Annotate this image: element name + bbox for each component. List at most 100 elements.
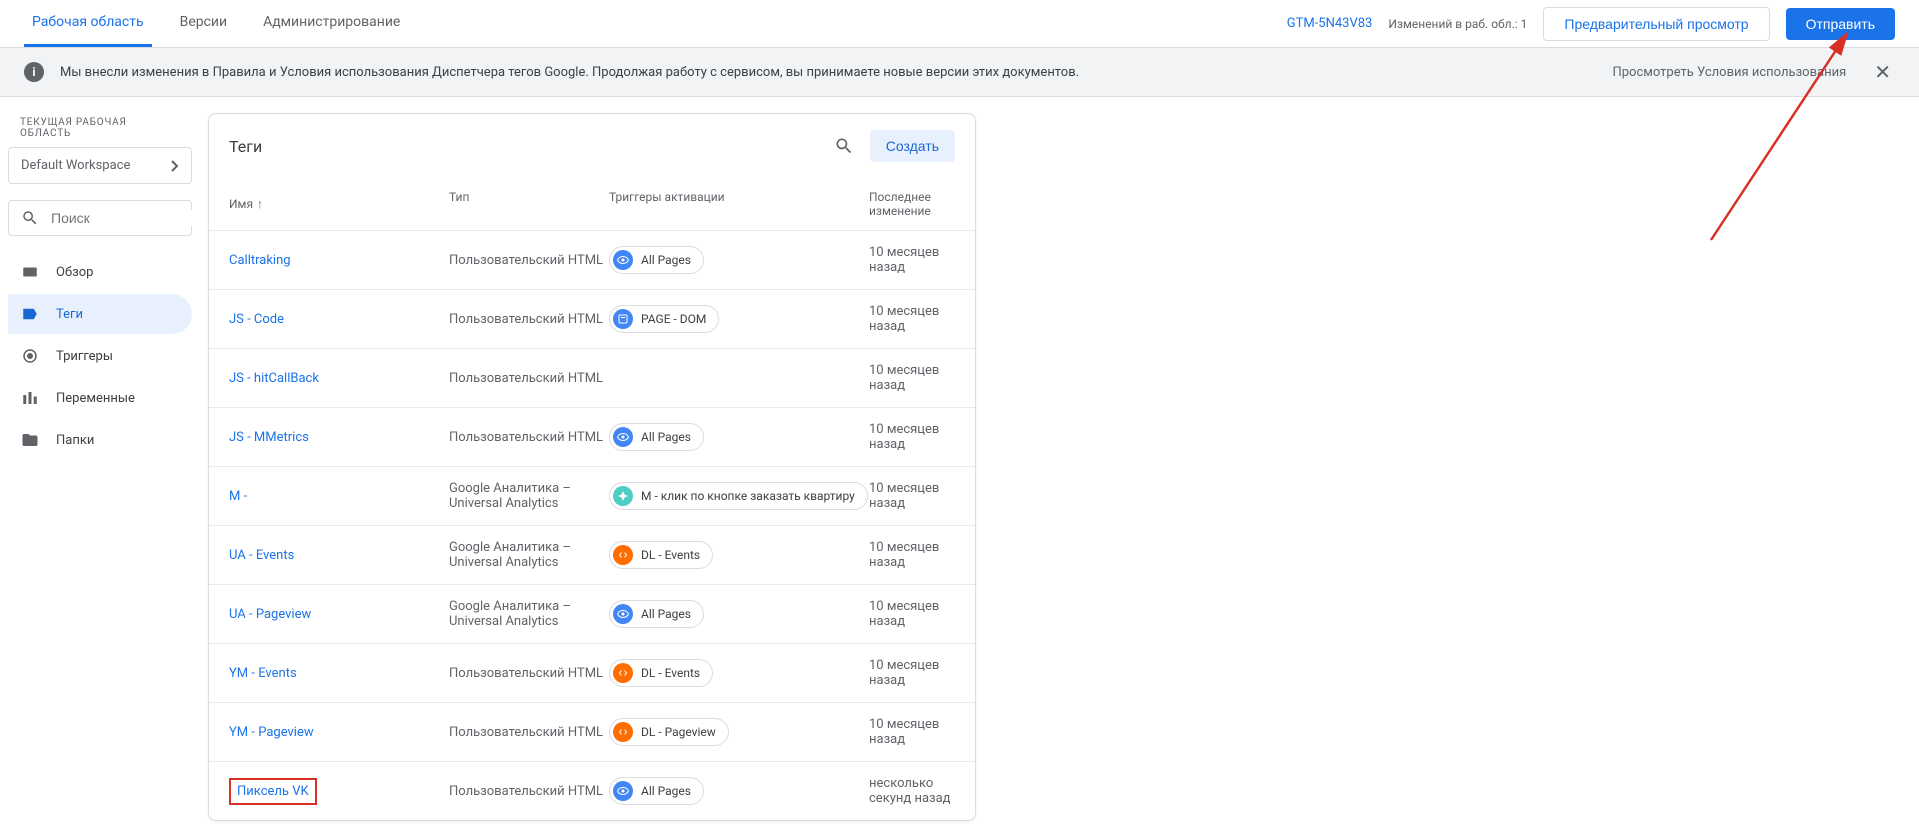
folders-icon	[20, 430, 40, 450]
trigger-chip[interactable]: All Pages	[609, 600, 704, 628]
table-row[interactable]: JS - MMetrics Пользовательский HTML All …	[209, 408, 975, 467]
variables-icon	[20, 388, 40, 408]
trigger-label: PAGE - DOM	[641, 312, 706, 326]
trigger-label: M - клик по кнопке заказать квартиру	[641, 489, 855, 503]
modified-date: 10 месяцев назад	[869, 540, 955, 570]
tag-link[interactable]: UA - Pageview	[229, 607, 311, 622]
tags-icon	[20, 304, 40, 324]
nav-triggers[interactable]: Триггеры	[8, 336, 192, 376]
create-button[interactable]: Создать	[870, 130, 955, 162]
custom-event-icon	[613, 722, 633, 742]
col-header-name[interactable]: Имя ↑	[229, 190, 449, 218]
notice-text: Мы внесли изменения в Правила и Условия …	[60, 65, 1612, 80]
tag-link[interactable]: YM - Events	[229, 666, 297, 681]
modified-date: 10 месяцев назад	[869, 422, 955, 452]
click-icon	[613, 486, 633, 506]
workspace-label: ТЕКУЩАЯ РАБОЧАЯ ОБЛАСТЬ	[8, 113, 192, 147]
workspace-selector[interactable]: Default Workspace	[8, 147, 192, 184]
tag-link[interactable]: UA - Events	[229, 548, 294, 563]
tag-link[interactable]: M -	[229, 489, 247, 504]
nav-label: Переменные	[56, 391, 135, 406]
container-id[interactable]: GTM-5N43V83	[1287, 16, 1373, 31]
tag-link[interactable]: YM - Pageview	[229, 725, 314, 740]
tag-type: Google Аналитика – Universal Analytics	[449, 599, 609, 629]
card-search-icon[interactable]	[834, 136, 854, 156]
notice-bar: i Мы внесли изменения в Правила и Услови…	[0, 48, 1919, 97]
info-icon: i	[24, 62, 44, 82]
pageview-icon	[613, 604, 633, 624]
tag-type: Пользовательский HTML	[449, 725, 609, 740]
nav-overview[interactable]: Обзор	[8, 252, 192, 292]
search-icon	[21, 209, 39, 227]
trigger-chip[interactable]: PAGE - DOM	[609, 305, 719, 333]
nav-variables[interactable]: Переменные	[8, 378, 192, 418]
pageview-icon	[613, 781, 633, 801]
tag-link[interactable]: JS - Code	[229, 312, 284, 327]
trigger-label: All Pages	[641, 253, 691, 267]
tag-type: Пользовательский HTML	[449, 312, 609, 327]
card-actions: Создать	[834, 130, 955, 162]
preview-button[interactable]: Предварительный просмотр	[1543, 7, 1769, 41]
trigger-label: DL - Pageview	[641, 725, 716, 739]
modified-date: 10 месяцев назад	[869, 599, 955, 629]
notice-link[interactable]: Просмотреть Условия использования	[1612, 65, 1846, 80]
col-header-modified[interactable]: Последнее изменение	[869, 190, 955, 218]
table-row[interactable]: JS - hitCallBack Пользовательский HTML 1…	[209, 349, 975, 408]
table-row[interactable]: UA - Events Google Аналитика – Universal…	[209, 526, 975, 585]
custom-event-icon	[613, 545, 633, 565]
trigger-chip[interactable]: DL - Events	[609, 541, 713, 569]
trigger-chip[interactable]: DL - Events	[609, 659, 713, 687]
sort-arrow-icon: ↑	[257, 197, 263, 211]
nav-tags[interactable]: Теги	[8, 294, 192, 334]
trigger-chip[interactable]: All Pages	[609, 777, 704, 805]
tag-link[interactable]: JS - MMetrics	[229, 430, 309, 445]
tab-versions[interactable]: Версии	[172, 0, 236, 47]
tag-link[interactable]: Calltraking	[229, 253, 291, 268]
submit-button[interactable]: Отправить	[1786, 8, 1895, 40]
tabs: Рабочая область Версии Администрирование	[24, 0, 1287, 47]
nav-label: Папки	[56, 433, 94, 448]
tag-link-highlighted[interactable]: Пиксель VK	[229, 778, 317, 805]
trigger-chip[interactable]: All Pages	[609, 423, 704, 451]
tag-type: Google Аналитика – Universal Analytics	[449, 481, 609, 511]
trigger-label: All Pages	[641, 430, 691, 444]
table-row[interactable]: M - Google Аналитика – Universal Analyti…	[209, 467, 975, 526]
tab-workspace[interactable]: Рабочая область	[24, 0, 152, 47]
trigger-chip[interactable]: All Pages	[609, 246, 704, 274]
modified-date: 10 месяцев назад	[869, 658, 955, 688]
close-icon[interactable]: ✕	[1870, 60, 1895, 84]
triggers-icon	[20, 346, 40, 366]
table-header: Имя ↑ Тип Триггеры активации Последнее и…	[209, 178, 975, 231]
pageview-icon	[613, 427, 633, 447]
changes-count: Изменений в раб. обл.: 1	[1388, 17, 1527, 31]
tag-type: Пользовательский HTML	[449, 784, 609, 799]
top-right: GTM-5N43V83 Изменений в раб. обл.: 1 Пре…	[1287, 7, 1895, 41]
table-row[interactable]: JS - Code Пользовательский HTML PAGE - D…	[209, 290, 975, 349]
col-header-triggers[interactable]: Триггеры активации	[609, 190, 869, 218]
tag-link[interactable]: JS - hitCallBack	[229, 371, 319, 386]
table-row[interactable]: UA - Pageview Google Аналитика – Univers…	[209, 585, 975, 644]
tab-admin[interactable]: Администрирование	[255, 0, 408, 47]
nav-folders[interactable]: Папки	[8, 420, 192, 460]
modified-date: несколько секунд назад	[869, 776, 955, 806]
content: Теги Создать Имя ↑ Тип Триггеры активаци…	[200, 97, 1000, 837]
tags-table: Имя ↑ Тип Триггеры активации Последнее и…	[209, 178, 975, 820]
trigger-chip[interactable]: M - клик по кнопке заказать квартиру	[609, 482, 868, 510]
trigger-label: DL - Events	[641, 666, 700, 680]
tag-type: Пользовательский HTML	[449, 253, 609, 268]
col-header-type[interactable]: Тип	[449, 190, 609, 218]
trigger-label: All Pages	[641, 784, 691, 798]
modified-date: 10 месяцев назад	[869, 481, 955, 511]
nav-label: Триггеры	[56, 349, 113, 364]
table-row[interactable]: Calltraking Пользовательский HTML All Pa…	[209, 231, 975, 290]
search-box[interactable]	[8, 200, 192, 236]
table-row[interactable]: YM - Events Пользовательский HTML DL - E…	[209, 644, 975, 703]
tag-type: Пользовательский HTML	[449, 666, 609, 681]
trigger-chip[interactable]: DL - Pageview	[609, 718, 729, 746]
sidebar: ТЕКУЩАЯ РАБОЧАЯ ОБЛАСТЬ Default Workspac…	[0, 97, 200, 837]
nav-label: Теги	[56, 307, 83, 322]
table-row[interactable]: Пиксель VK Пользовательский HTML All Pag…	[209, 762, 975, 820]
modified-date: 10 месяцев назад	[869, 245, 955, 275]
chevron-right-icon	[171, 160, 179, 172]
main-layout: ТЕКУЩАЯ РАБОЧАЯ ОБЛАСТЬ Default Workspac…	[0, 97, 1919, 837]
